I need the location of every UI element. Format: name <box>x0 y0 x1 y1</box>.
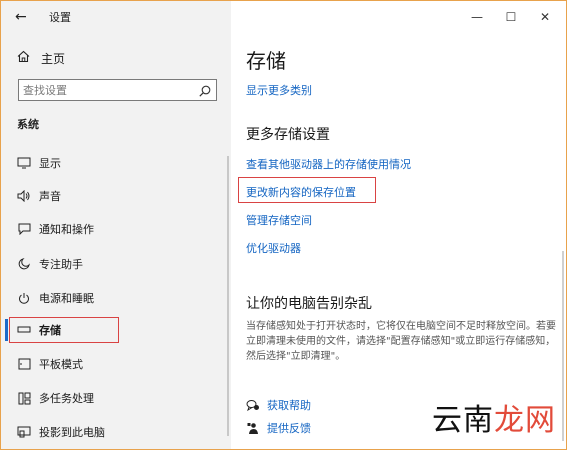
sidebar-item-focus-assist[interactable]: 专注助手 <box>1 251 231 277</box>
highlight-box-save-location <box>238 177 376 203</box>
feedback-person-icon <box>245 420 261 436</box>
section-title: 系统 <box>17 118 39 131</box>
tablet-icon <box>16 356 32 372</box>
manage-storage-spaces-link[interactable]: 管理存储空间 <box>246 212 312 228</box>
sidebar-item-label: 平板模式 <box>39 358 83 371</box>
back-button[interactable]: ← <box>15 7 33 27</box>
show-more-categories-link[interactable]: 显示更多类别 <box>246 82 312 98</box>
optimize-drives-link[interactable]: 优化驱动器 <box>246 240 301 256</box>
main-content: — ☐ ✕ 存储 显示更多类别 更多存储设置 查看其他驱动器上的存储使用情况 更… <box>231 1 566 449</box>
watermark-part1: 云南 <box>432 403 494 438</box>
declutter-heading: 让你的电脑告别杂乱 <box>246 296 372 312</box>
home-label: 主页 <box>41 51 66 66</box>
page-title: 存储 <box>246 49 286 73</box>
get-help-label: 获取帮助 <box>267 399 311 412</box>
sidebar-item-label: 电源和睡眠 <box>39 292 94 305</box>
chat-help-icon <box>245 397 261 413</box>
window-title: 设置 <box>49 11 71 24</box>
window-controls: — ☐ ✕ <box>460 7 562 27</box>
highlight-box-storage <box>9 317 119 343</box>
sidebar-item-display[interactable]: 显示 <box>1 150 231 176</box>
multitask-icon <box>16 390 32 406</box>
sidebar-item-home[interactable]: 主页 <box>17 49 65 67</box>
get-help-link[interactable]: 获取帮助 <box>245 397 311 413</box>
search-input[interactable] <box>23 82 193 98</box>
search-icon[interactable] <box>198 83 212 97</box>
view-other-drives-link[interactable]: 查看其他驱动器上的存储使用情况 <box>246 156 411 172</box>
declutter-description: 当存储感知处于打开状态时，它将仅在电脑空间不足时释放空间。若要立即清理未使用的文… <box>246 321 556 362</box>
sidebar-item-label: 显示 <box>39 157 61 170</box>
home-icon <box>17 50 33 66</box>
sidebar-item-notifications[interactable]: 通知和操作 <box>1 216 231 242</box>
watermark-part2: 龙网 <box>494 403 556 438</box>
sidebar-item-label: 声音 <box>39 190 61 203</box>
sidebar-item-label: 投影到此电脑 <box>39 426 105 439</box>
more-storage-settings-heading: 更多存储设置 <box>246 127 330 143</box>
screenshot-frame: ← 设置 主页 系统 显示 声音 <box>0 0 567 450</box>
search-box[interactable] <box>18 79 217 101</box>
sidebar-item-power-sleep[interactable]: 电源和睡眠 <box>1 285 231 311</box>
sidebar-item-label: 通知和操作 <box>39 223 94 236</box>
sidebar-item-label: 专注助手 <box>39 258 83 271</box>
notification-icon <box>16 221 32 237</box>
power-icon <box>16 290 32 306</box>
give-feedback-link[interactable]: 提供反馈 <box>245 420 311 436</box>
content-scrollbar[interactable] <box>562 251 564 441</box>
project-icon <box>16 424 32 440</box>
sidebar: ← 设置 主页 系统 显示 声音 <box>1 1 231 449</box>
moon-icon <box>16 256 32 272</box>
sidebar-scrollbar[interactable] <box>227 156 229 436</box>
sidebar-item-multitasking[interactable]: 多任务处理 <box>1 385 231 411</box>
sidebar-item-label: 多任务处理 <box>39 392 94 405</box>
give-feedback-label: 提供反馈 <box>267 422 311 435</box>
minimize-button[interactable]: — <box>460 7 494 27</box>
close-button[interactable]: ✕ <box>528 7 562 27</box>
sidebar-item-project[interactable]: 投影到此电脑 <box>1 419 231 445</box>
watermark-logo: 云南龙网 <box>432 395 556 439</box>
sidebar-item-sound[interactable]: 声音 <box>1 183 231 209</box>
maximize-button[interactable]: ☐ <box>494 7 528 27</box>
sidebar-item-tablet-mode[interactable]: 平板模式 <box>1 351 231 377</box>
monitor-icon <box>16 155 32 171</box>
speaker-icon <box>16 188 32 204</box>
